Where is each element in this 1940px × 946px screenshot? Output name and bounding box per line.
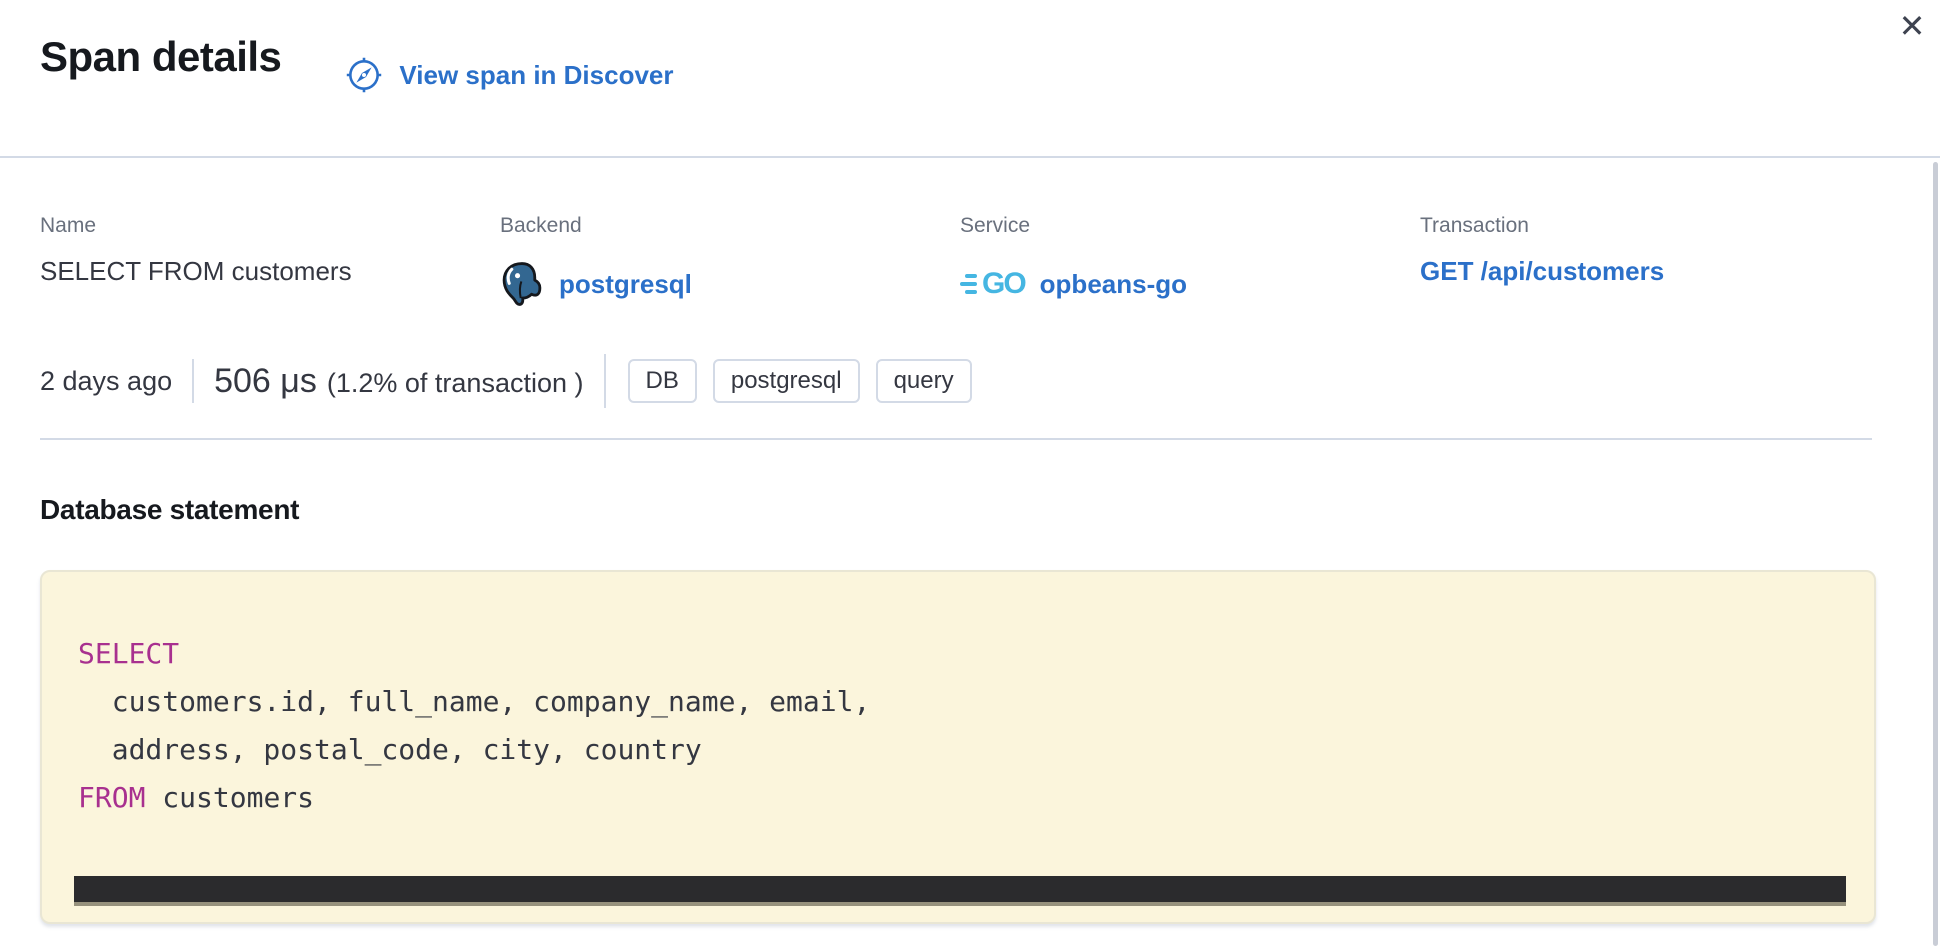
horizontal-scrollbar-track [74,876,1846,906]
badge-span-type: DB [628,359,697,403]
view-span-in-discover-link[interactable]: View span in Discover [345,56,673,94]
vertical-scrollbar-thumb[interactable] [1933,162,1938,946]
discover-link-label: View span in Discover [399,60,673,91]
badge-span-subtype: postgresql [713,359,860,403]
badge-span-action: query [876,359,972,403]
sql-keyword-select: SELECT [78,637,179,670]
sql-keyword-from: FROM [78,781,145,814]
service-opbeans-go-link[interactable]: opbeans-go [1040,269,1187,300]
duration-percent-of-transaction: (1.2% of transaction ) [327,368,584,399]
backend-label: Backend [500,212,960,240]
name-label: Name [40,212,500,240]
postgresql-elephant-icon [500,261,544,307]
service-label: Service [960,212,1420,240]
transaction-label: Transaction [1420,212,1900,240]
section-divider [40,438,1872,440]
duration-group: 506 μs (1.2% of transaction ) [214,362,583,401]
span-summary-row: 2 days ago 506 μs (1.2% of transaction )… [0,354,1940,408]
sql-columns-line-2: address, postal_code, city, country [78,733,702,766]
meta-transaction-column: Transaction GET /api/customers [1420,212,1900,312]
go-language-icon: GO [960,269,1025,299]
meta-name-column: Name SELECT FROM customers [40,212,500,312]
sql-code-block: SELECT customers.id, full_name, company_… [40,570,1876,924]
span-duration: 506 μs [214,362,317,401]
meta-backend-column: Backend postgresql [500,212,960,312]
meta-service-column: Service GO opbeans-go [960,212,1420,312]
flyout-header: Span details View span in Discover [0,0,1940,158]
close-flyout-button[interactable]: ✕ [1890,4,1934,48]
sql-from-target: customers [145,781,314,814]
timestamp: 2 days ago [40,366,172,397]
sql-statement[interactable]: SELECT customers.id, full_name, company_… [42,572,1874,822]
sql-columns-line-1: customers.id, full_name, company_name, e… [78,685,870,718]
span-type-badges: DB postgresql query [628,359,972,403]
transaction-link[interactable]: GET /api/customers [1420,256,1664,287]
backend-postgresql-link[interactable]: postgresql [559,269,692,300]
divider [192,359,194,403]
page-title: Span details [40,30,281,84]
database-statement-heading: Database statement [40,494,1900,526]
discover-compass-icon [345,56,383,94]
span-name-value: SELECT FROM customers [40,256,500,296]
close-icon: ✕ [1899,8,1926,44]
go-speed-lines [960,274,977,294]
divider [604,354,606,408]
horizontal-scrollbar-thumb[interactable] [74,876,1846,902]
span-metadata: Name SELECT FROM customers Backend postg… [0,212,1940,312]
